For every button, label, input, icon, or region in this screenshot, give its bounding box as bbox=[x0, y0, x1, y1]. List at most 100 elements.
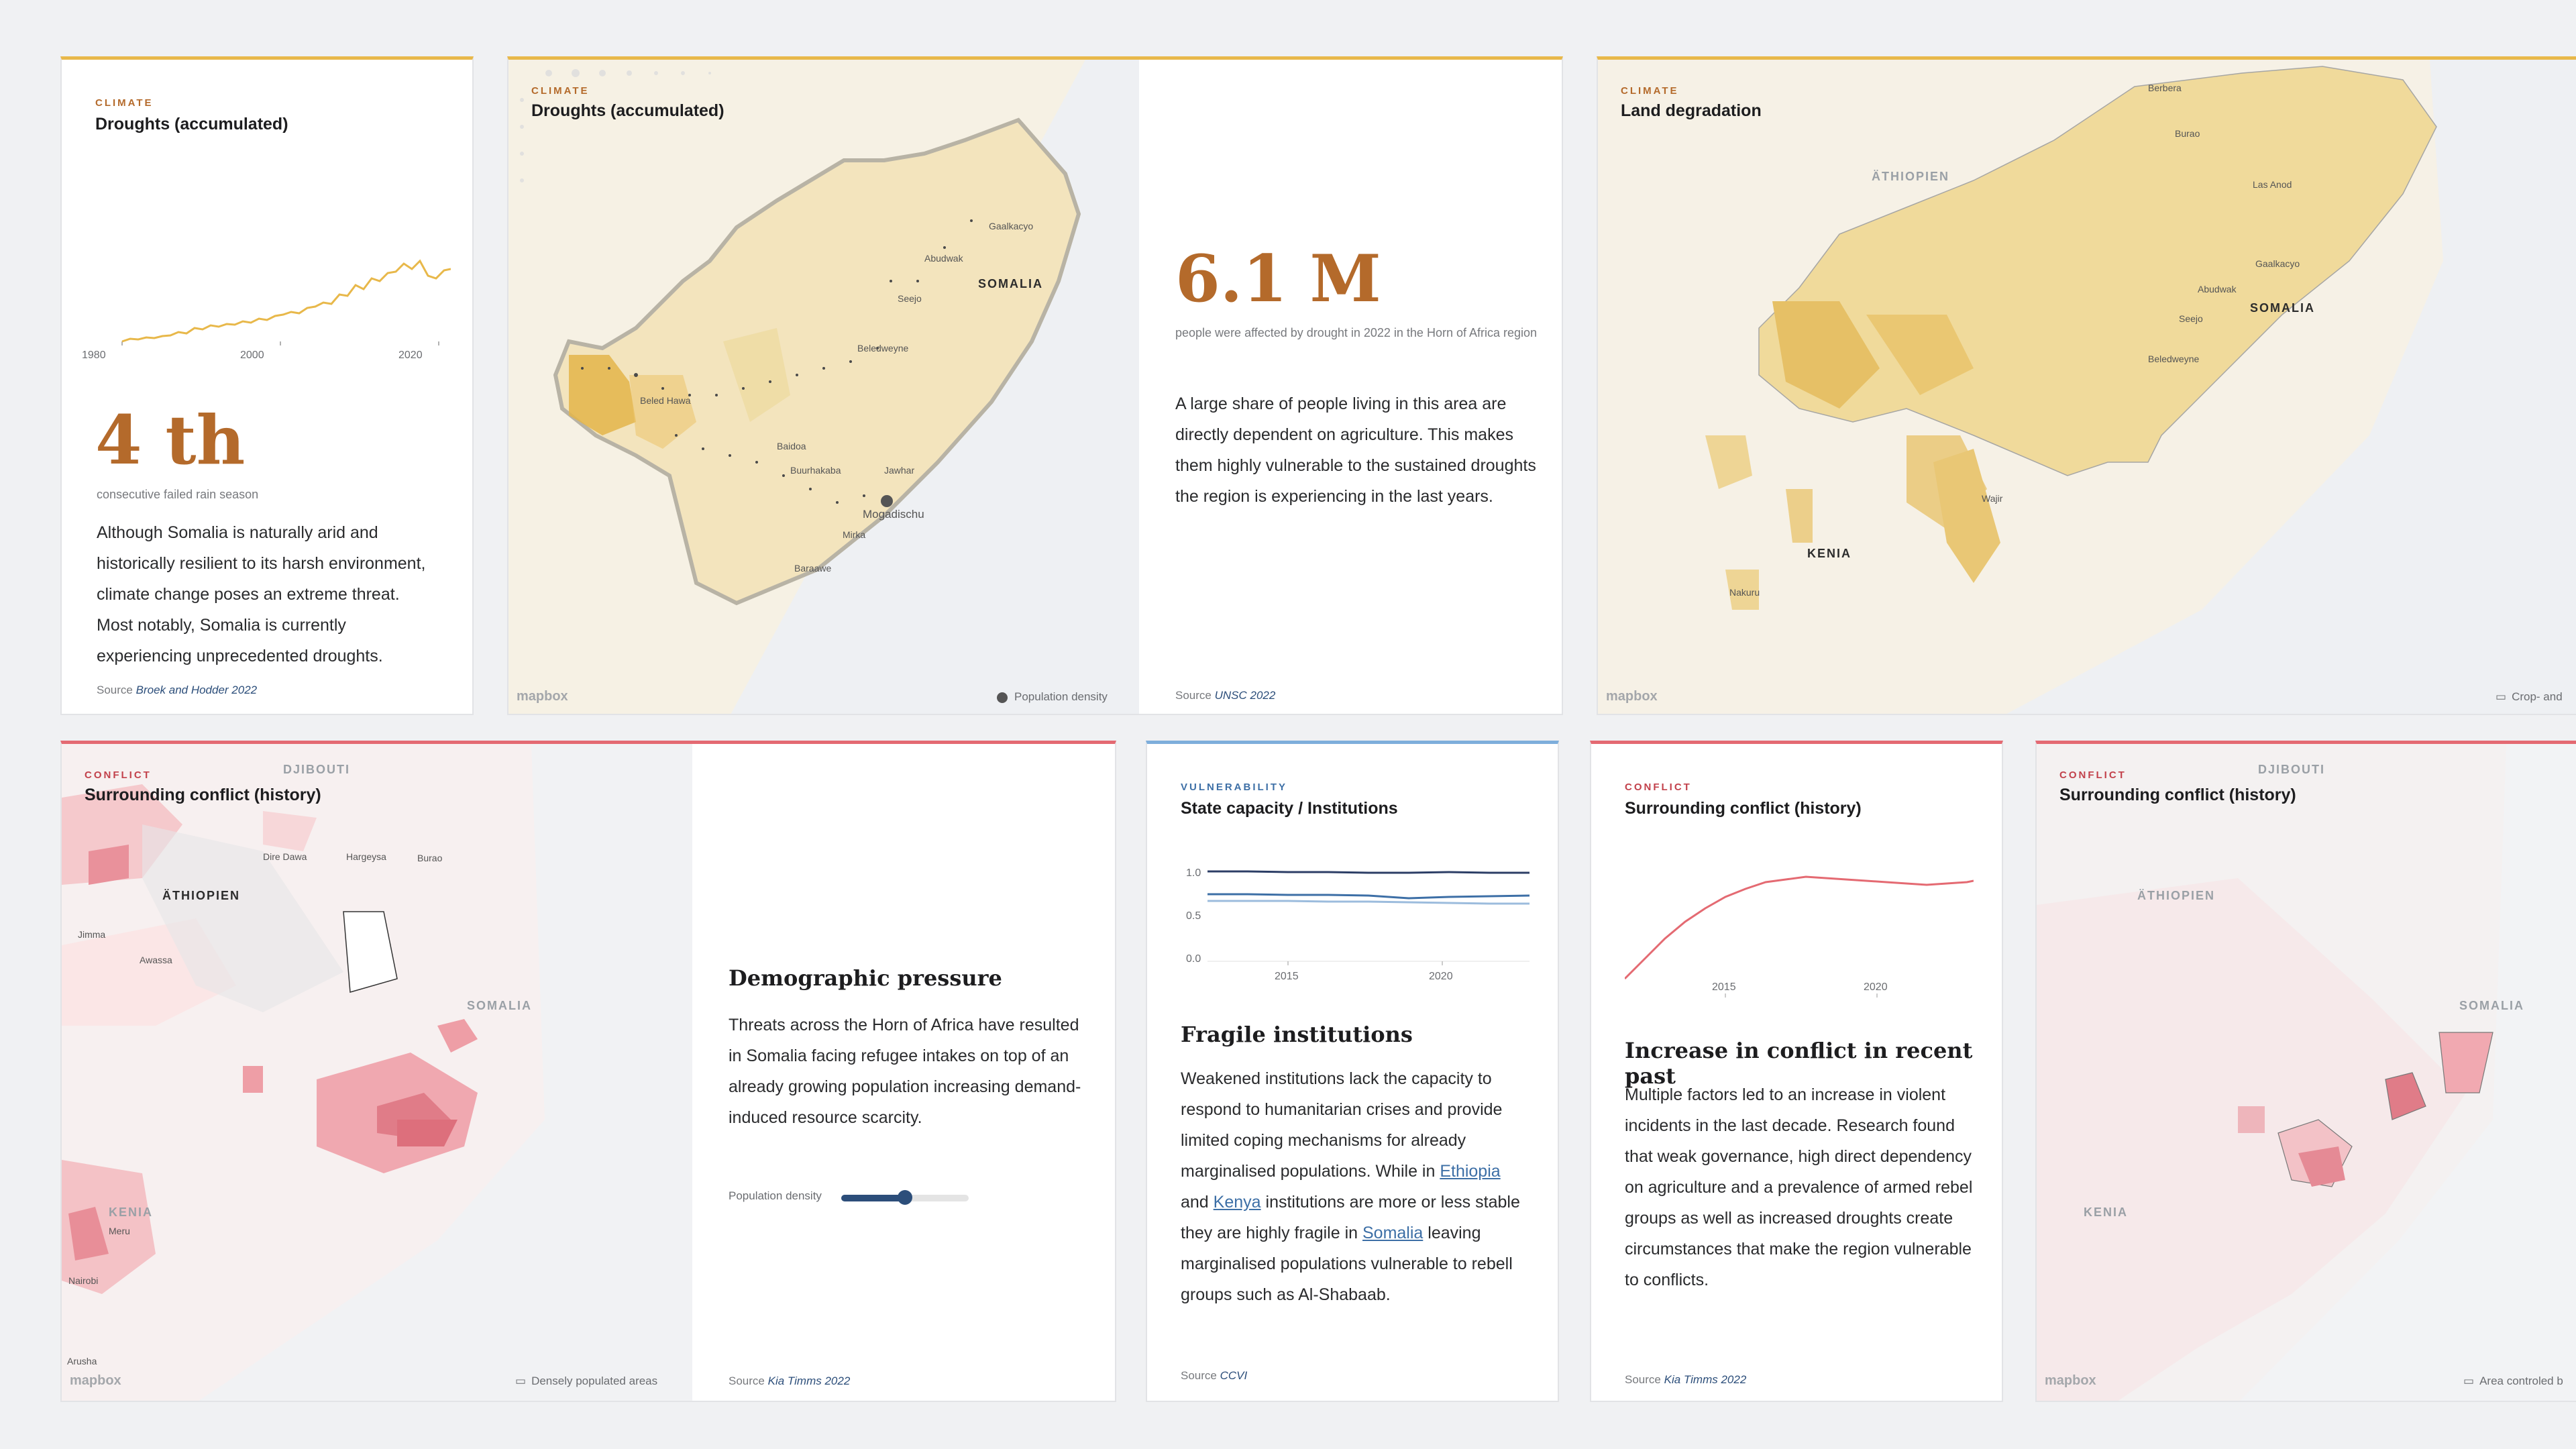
map-label: Seejo bbox=[2179, 313, 2203, 324]
map-legend: ▭ Densely populated areas bbox=[515, 1375, 658, 1387]
link-kenya[interactable]: Kenya bbox=[1214, 1193, 1261, 1212]
map-label: Beledweyne bbox=[2148, 354, 2200, 364]
x-tick-label: 2015 bbox=[1275, 971, 1299, 982]
source-link[interactable]: Kia Timms 2022 bbox=[1664, 1373, 1747, 1386]
card-title: Surrounding conflict (history) bbox=[2059, 786, 2296, 804]
conflict-line bbox=[1625, 875, 1974, 980]
source-line: Source Kia Timms 2022 bbox=[729, 1375, 851, 1387]
map-somalia-drought[interactable] bbox=[508, 60, 1139, 715]
map-land-degradation[interactable] bbox=[1598, 60, 2576, 715]
card-conflict-map: CONFLICT Surrounding conflict (history) … bbox=[2035, 741, 2576, 1402]
drought-line bbox=[121, 259, 451, 343]
source-link[interactable]: CCVI bbox=[1220, 1369, 1248, 1382]
map-label: Berbera bbox=[2148, 83, 2182, 93]
source-line: Source Broek and Hodder 2022 bbox=[97, 684, 258, 696]
map-conflict-population[interactable] bbox=[62, 744, 692, 1402]
card-body: A large share of people living in this a… bbox=[1175, 394, 1536, 506]
card-body: Multiple factors led to an increase in v… bbox=[1625, 1085, 1973, 1289]
map-label: Wajir bbox=[1982, 493, 2003, 504]
big-stat-caption: consecutive failed rain season bbox=[97, 488, 259, 501]
map-legend: ▭ Crop- and bbox=[2496, 690, 2563, 703]
legend-dot-icon bbox=[997, 692, 1008, 703]
country-label: SOMALIA bbox=[2250, 301, 2315, 315]
map-label: Las Anod bbox=[2253, 179, 2292, 190]
map-label: Dire Dawa bbox=[263, 851, 307, 862]
map-label: Baraawe bbox=[794, 563, 832, 574]
drought-line-chart bbox=[121, 259, 451, 345]
section-heading: Fragile institutions bbox=[1181, 1022, 1413, 1047]
comment-icon: ▭ bbox=[2496, 690, 2507, 703]
card-body: Weakened institutions lack the capacity … bbox=[1181, 1069, 1520, 1304]
map-label: Buurhakaba bbox=[790, 465, 841, 476]
population-slider[interactable] bbox=[841, 1190, 969, 1205]
card-droughts-map: CLIMATE Droughts (accumulated) Gaalkacyo… bbox=[507, 56, 1563, 715]
map-label: Gaalkacyo bbox=[2255, 258, 2300, 269]
map-legend: ▭ Area controled b bbox=[2463, 1375, 2563, 1387]
slider-fill bbox=[841, 1195, 905, 1201]
big-stat: 6.1 M bbox=[1175, 241, 1381, 317]
y-tick-label: 1.0 bbox=[1186, 867, 1201, 879]
country-label: SOMALIA bbox=[467, 999, 532, 1012]
map-label: Mirka bbox=[843, 529, 866, 540]
source-link[interactable]: Broek and Hodder 2022 bbox=[136, 684, 258, 696]
map-label: Jimma bbox=[78, 929, 106, 940]
y-tick-label: 0.5 bbox=[1186, 910, 1201, 922]
card-title: Surrounding conflict (history) bbox=[1625, 799, 1862, 818]
link-somalia[interactable]: Somalia bbox=[1362, 1224, 1423, 1242]
series-line-ethiopia bbox=[1208, 870, 1529, 874]
conflict-line-chart bbox=[1625, 875, 1974, 998]
map-label: Awassa bbox=[140, 955, 172, 965]
x-tick-label: 1980 bbox=[82, 350, 106, 361]
mapbox-logo[interactable]: mapbox bbox=[1606, 689, 1658, 704]
mapbox-logo[interactable]: mapbox bbox=[517, 689, 568, 704]
map-conflict-control[interactable] bbox=[2037, 744, 2576, 1402]
section-heading: Demographic pressure bbox=[729, 965, 1002, 991]
card-body: Threats across the Horn of Africa have r… bbox=[729, 1016, 1081, 1127]
institutions-line-chart bbox=[1208, 870, 1529, 965]
link-ethiopia[interactable]: Ethiopia bbox=[1440, 1162, 1500, 1181]
country-label: KENIA bbox=[2084, 1205, 2129, 1219]
map-label: Arusha bbox=[67, 1356, 97, 1366]
card-kicker: CONFLICT bbox=[1625, 782, 1692, 793]
country-label: KENIA bbox=[1807, 547, 1852, 560]
card-title: State capacity / Institutions bbox=[1181, 799, 1398, 818]
map-label: Hargeysa bbox=[346, 851, 386, 862]
comment-icon: ▭ bbox=[2463, 1375, 2475, 1387]
country-label: DJIBOUTI bbox=[283, 763, 351, 776]
big-stat-caption: people were affected by drought in 2022 … bbox=[1175, 326, 1538, 339]
map-label: Meru bbox=[109, 1226, 130, 1236]
map-label: Seejo bbox=[898, 293, 922, 304]
country-label: DJIBOUTI bbox=[2258, 763, 2326, 776]
x-tick-label: 2020 bbox=[398, 350, 423, 361]
country-label: ÄTHIOPIEN bbox=[2137, 889, 2216, 902]
country-label: ÄTHIOPIEN bbox=[1872, 170, 1950, 183]
card-demographic-pressure: CONFLICT Surrounding conflict (history) … bbox=[60, 741, 1116, 1402]
slider-handle[interactable] bbox=[898, 1190, 912, 1205]
series-line-kenya bbox=[1208, 893, 1529, 900]
source-link[interactable]: Kia Timms 2022 bbox=[768, 1375, 851, 1387]
card-title: Droughts (accumulated) bbox=[531, 101, 724, 120]
map-label: Gaalkacyo bbox=[989, 221, 1034, 231]
map-label: Beled Hawa bbox=[640, 395, 691, 406]
mapbox-logo[interactable]: mapbox bbox=[70, 1373, 121, 1389]
card-body: Although Somalia is naturally arid and h… bbox=[97, 523, 426, 665]
slider-label: Population density bbox=[729, 1189, 822, 1202]
country-label: KENIA bbox=[109, 1205, 154, 1219]
card-kicker: CLIMATE bbox=[1621, 85, 1679, 97]
source-link[interactable]: UNSC 2022 bbox=[1215, 689, 1276, 702]
map-label: Abudwak bbox=[2198, 284, 2237, 294]
country-label: SOMALIA bbox=[2459, 999, 2524, 1012]
big-stat: 4 th bbox=[95, 400, 246, 480]
mogadischu-marker bbox=[881, 495, 893, 507]
map-label: Abudwak bbox=[924, 253, 963, 264]
map-label: Mogadischu bbox=[863, 508, 924, 521]
x-tick-label: 2020 bbox=[1864, 981, 1888, 993]
x-tick-label: 2020 bbox=[1429, 971, 1453, 982]
mapbox-logo[interactable]: mapbox bbox=[2045, 1373, 2096, 1389]
map-label: Nairobi bbox=[68, 1275, 99, 1286]
card-droughts-chart: CLIMATE Droughts (accumulated) 1980 2000… bbox=[60, 56, 474, 715]
map-label: Baidoa bbox=[777, 441, 806, 451]
country-label: ÄTHIOPIEN bbox=[162, 889, 241, 902]
card-land-degradation: CLIMATE Land degradation Berbera Burao L… bbox=[1597, 56, 2576, 715]
card-state-capacity: VULNERABILITY State capacity / Instituti… bbox=[1146, 741, 1559, 1402]
